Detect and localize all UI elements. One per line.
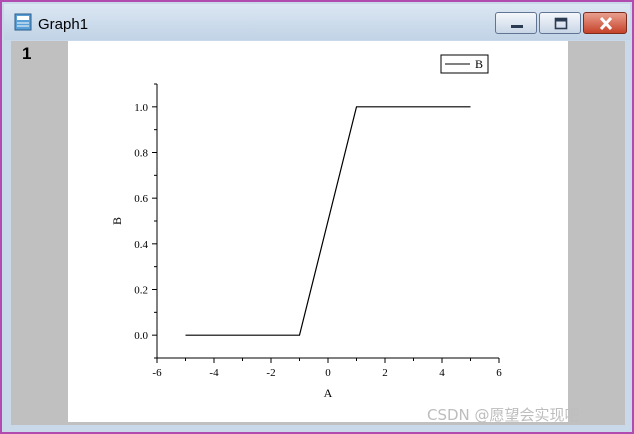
- line-chart[interactable]: -6 -4 -2 0 2 4 6 0.0 0.2 0.4 0.6 0.8 1.0 A B B: [68, 41, 568, 422]
- title-bar[interactable]: Graph1: [4, 4, 630, 40]
- x-tick-label: -6: [152, 367, 162, 379]
- layer-number[interactable]: 1: [22, 44, 31, 64]
- window-title: Graph1: [38, 16, 89, 33]
- x-tick-label: 2: [382, 367, 388, 379]
- x-tick-label: 0: [325, 367, 331, 379]
- minimize-button[interactable]: [495, 12, 537, 34]
- x-tick-label: -2: [266, 367, 275, 379]
- y-axis-label: B: [110, 217, 124, 225]
- y-tick-label: 0.2: [134, 285, 148, 297]
- series-line[interactable]: [185, 106, 471, 336]
- maximize-button[interactable]: [539, 12, 581, 34]
- maximize-icon: [554, 17, 568, 30]
- watermark-text: CSDN @愿望会实现吧: [427, 406, 580, 424]
- close-button[interactable]: [583, 12, 627, 34]
- minimize-icon: [511, 25, 523, 28]
- graph-window-icon: [14, 13, 32, 31]
- graph-window: Graph1 1 -6 -4 -2 0 2 4 6 0.0 0.2 0.4 0.…: [0, 0, 634, 434]
- x-axis-label: A: [324, 386, 333, 400]
- x-tick-label: 4: [439, 367, 445, 379]
- y-tick-label: 1.0: [134, 102, 148, 114]
- y-tick-label: 0.4: [134, 239, 148, 251]
- y-tick-label: 0.0: [134, 330, 148, 342]
- legend-label: B: [475, 57, 483, 71]
- graph-client-area: 1 -6 -4 -2 0 2 4 6 0.0 0.2 0.4 0.6 0.8 1.0 A B B: [11, 41, 625, 425]
- close-icon: [599, 16, 613, 31]
- x-tick-label: 6: [496, 367, 502, 379]
- x-tick-label: -4: [209, 367, 219, 379]
- y-tick-label: 0.8: [134, 148, 148, 160]
- graph-page: -6 -4 -2 0 2 4 6 0.0 0.2 0.4 0.6 0.8 1.0 A B B: [68, 41, 568, 422]
- legend[interactable]: B: [440, 54, 489, 74]
- series: [185, 106, 471, 336]
- y-tick-label: 0.6: [134, 193, 148, 205]
